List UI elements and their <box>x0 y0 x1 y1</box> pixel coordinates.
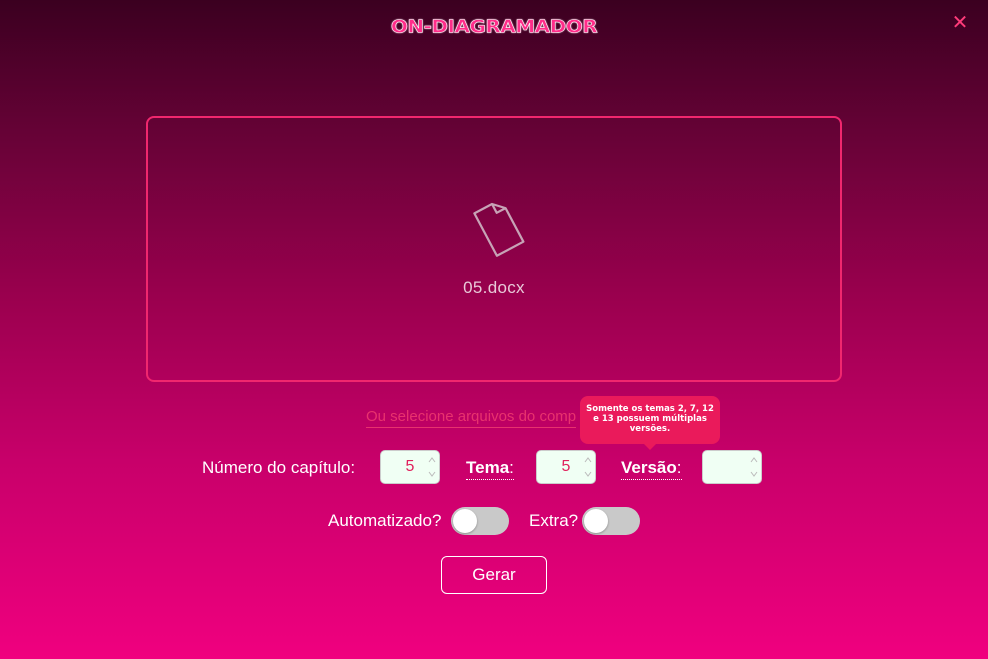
app-title: ON-DIAGRAMADOR <box>390 15 598 37</box>
automatizado-toggle[interactable] <box>451 507 509 535</box>
versao-colon: : <box>676 458 682 477</box>
tema-label-text: Tema <box>466 458 510 477</box>
spinner-icon[interactable] <box>749 453 759 481</box>
automatizado-label: Automatizado? <box>328 511 442 530</box>
file-dropzone[interactable]: 05.docx <box>146 116 842 382</box>
tema-label: Tema: <box>466 458 514 480</box>
toggle-knob <box>584 509 608 533</box>
versao-input[interactable] <box>702 450 762 484</box>
close-icon[interactable]: ✕ <box>950 12 970 34</box>
tema-value: 5 <box>561 458 571 475</box>
chapter-value: 5 <box>405 458 415 475</box>
tema-label-wrap: Tema: <box>466 458 514 480</box>
versao-label-wrap: Versão: <box>621 458 682 480</box>
tema-colon: : <box>509 458 514 477</box>
versao-label-text: Versão <box>621 458 677 477</box>
document-icon <box>473 202 525 257</box>
versions-tooltip: Somente os temas 2, 7, 12 e 13 possuem m… <box>580 396 720 450</box>
gerar-button[interactable]: Gerar <box>441 556 547 594</box>
select-files-link[interactable]: Ou selecione arquivos do comp <box>366 408 577 428</box>
chapter-input[interactable]: 5 <box>380 450 440 484</box>
spinner-icon[interactable] <box>427 453 437 481</box>
toggle-knob <box>453 509 477 533</box>
extra-label: Extra? <box>529 511 579 530</box>
file-name: 05.docx <box>463 278 525 297</box>
spinner-icon[interactable] <box>583 453 593 481</box>
versao-label: Versão: <box>621 458 682 480</box>
chapter-label: Número do capítulo: <box>202 458 356 477</box>
tema-input[interactable]: 5 <box>536 450 596 484</box>
extra-toggle[interactable] <box>582 507 640 535</box>
